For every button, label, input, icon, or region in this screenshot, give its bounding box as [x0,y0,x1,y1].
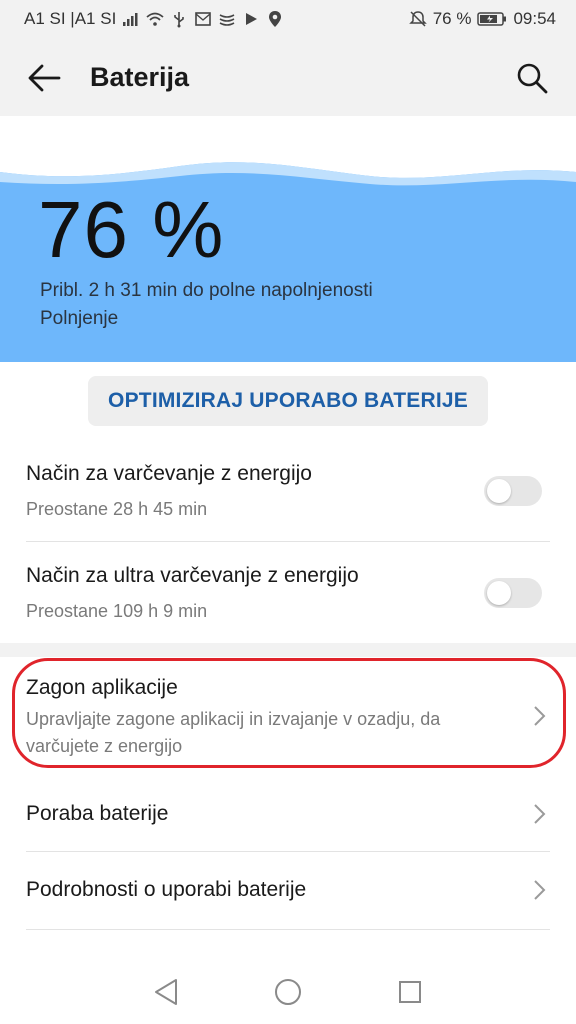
optimize-battery-button[interactable]: OPTIMIZIRAJ UPORABO BATERIJE [88,376,488,426]
location-icon [266,10,284,28]
triangle-back-icon [155,979,177,1005]
search-icon [517,63,548,94]
toggle-knob [487,479,511,503]
nav-back-button[interactable] [146,972,186,1012]
charge-estimate: Pribl. 2 h 31 min do polne napolnjenosti [40,280,373,301]
message-icon [194,10,212,28]
battery-level: 76 % [38,185,225,274]
carrier-label: A1 SI |A1 SI [24,9,117,28]
app-launch-description-line1: Upravljajte zagone aplikacij in izvajanj… [26,709,441,729]
toggle-knob [487,581,511,605]
battery-usage-details-title: Podrobnosti o uporabi baterije [26,878,307,901]
wifi-icon [146,10,164,28]
square-recents-icon [399,981,421,1003]
search-button[interactable] [510,58,554,98]
chevron-right-icon [534,880,546,900]
wireless-icon [218,10,236,28]
charging-status: Polnjenje [40,308,119,329]
clock: 09:54 [513,9,556,28]
ultra-power-saving-remaining: Preostane 109 h 9 min [26,601,208,621]
divider [26,929,550,930]
app-launch-description-line2: varčujete z energijo [26,736,183,756]
ultra-power-saving-title: Način za ultra varčevanje z energijo [26,564,359,587]
app-launch-row[interactable]: Zagon aplikacije Upravljajte zagone apli… [0,660,576,766]
chevron-right-icon [534,706,546,726]
section-separator [0,643,576,657]
power-saving-remaining: Preostane 28 h 45 min [26,499,208,519]
battery-icon [477,10,507,28]
status-bar: A1 SI |A1 SI 76 % 09:54 [0,0,576,40]
chevron-right-icon [534,804,546,824]
power-saving-title: Način za varčevanje z energijo [26,462,312,485]
battery-usage-details-row[interactable]: Podrobnosti o uporabi baterije [0,852,576,928]
battery-usage-title: Poraba baterije [26,802,169,825]
status-bar-right: 76 % 09:54 [408,9,556,29]
power-saving-row[interactable]: Način za varčevanje z energijo Preostane… [0,448,576,540]
circle-home-icon [275,979,301,1005]
battery-status-banner: 76 % Pribl. 2 h 31 min do polne napolnje… [0,156,576,362]
play-icon [242,10,260,28]
page-title: Baterija [90,62,190,92]
app-bar: Baterija [0,40,576,116]
navigation-bar [0,950,576,1024]
status-bar-left: A1 SI |A1 SI [24,9,284,29]
power-saving-toggle[interactable] [484,476,542,506]
ultra-power-saving-toggle[interactable] [484,578,542,608]
usb-icon [170,10,188,28]
divider [26,541,550,542]
nav-recents-button[interactable] [390,972,430,1012]
nav-home-button[interactable] [268,972,308,1012]
signal-icon [122,10,140,28]
ultra-power-saving-row[interactable]: Način za ultra varčevanje z energijo Pre… [0,550,576,642]
mute-icon [408,10,427,28]
battery-percent-label: 76 % [432,9,472,28]
battery-usage-row[interactable]: Poraba baterije [0,776,576,850]
back-arrow-icon [28,64,61,92]
app-launch-title: Zagon aplikacije [26,676,178,699]
back-button[interactable] [22,58,66,98]
